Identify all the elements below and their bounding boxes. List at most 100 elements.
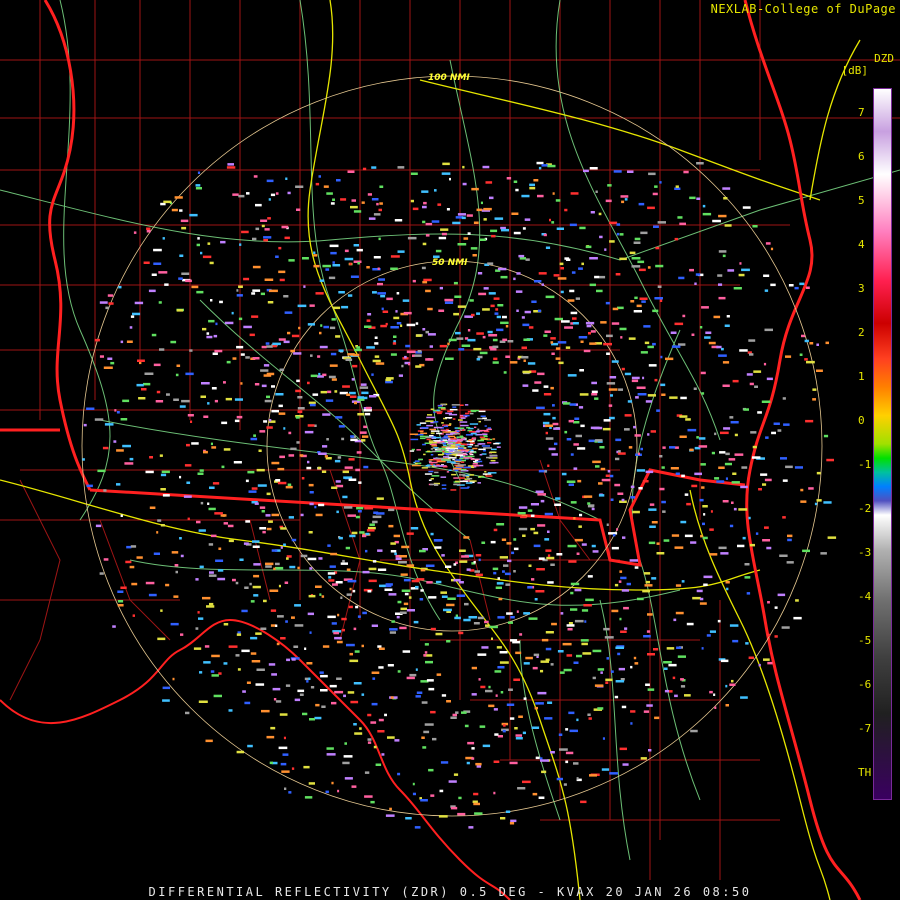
radar-return-pixel [175,373,179,377]
radar-return-pixel [592,550,599,553]
radar-return-pixel [350,700,359,704]
radar-return-pixel [347,691,355,694]
radar-return-pixel [456,436,464,438]
radar-return-pixel [529,186,536,190]
radar-return-pixel [301,477,305,480]
radar-return-pixel [458,796,462,800]
radar-return-pixel [583,604,592,607]
radar-return-pixel [709,690,713,694]
radar-return-pixel [785,355,792,358]
radar-return-pixel [649,525,656,528]
radar-return-pixel [518,506,528,509]
radar-return-pixel [271,409,279,413]
radar-return-pixel [441,437,449,439]
radar-return-pixel [764,526,769,529]
radar-return-pixel [724,224,732,227]
radar-return-pixel [503,724,506,727]
radar-return-pixel [131,582,138,586]
radar-return-pixel [515,290,523,293]
radar-return-pixel [522,731,526,735]
radar-return-pixel [463,618,471,622]
radar-return-pixel [611,322,620,325]
radar-return-pixel [297,407,305,410]
radar-return-pixel [205,739,213,743]
radar-return-pixel [620,336,623,339]
radar-return-pixel [315,513,323,517]
radar-return-pixel [494,733,499,736]
radar-return-pixel [430,448,434,450]
radar-return-pixel [732,379,739,383]
radar-return-pixel [174,564,179,567]
radar-return-pixel [558,733,563,736]
radar-return-pixel [346,568,351,571]
radar-return-pixel [458,419,463,421]
radar-return-pixel [428,596,437,599]
radar-return-pixel [435,580,442,584]
radar-return-pixel [661,466,665,469]
radar-return-pixel [497,577,500,580]
radar-return-pixel [424,723,434,726]
radar-return-pixel [503,564,509,567]
radar-return-pixel [353,627,357,631]
radar-return-pixel [457,464,466,466]
radar-return-pixel [185,372,194,376]
radar-return-pixel [294,698,301,702]
radar-return-pixel [290,349,295,353]
radar-return-pixel [450,489,457,491]
radar-return-pixel [564,208,568,212]
radar-return-pixel [505,355,511,358]
radar-return-pixel [473,561,476,564]
radar-return-pixel [384,588,393,591]
radar-return-pixel [302,257,309,260]
radar-return-pixel [611,546,619,550]
radar-return-pixel [120,340,124,344]
radar-return-pixel [275,562,280,566]
radar-return-pixel [557,341,567,344]
radar-return-pixel [694,472,702,476]
radar-return-pixel [631,265,641,268]
radar-return-pixel [624,428,630,431]
radar-return-pixel [492,338,498,342]
radar-return-pixel [460,417,466,419]
radar-return-pixel [406,323,416,327]
radar-return-pixel [253,563,261,566]
radar-return-pixel [372,520,378,524]
radar-return-pixel [761,400,771,403]
radar-return-pixel [544,330,551,333]
radar-return-pixel [403,578,411,582]
radar-return-pixel [156,531,159,534]
radar-return-pixel [364,412,371,416]
radar-return-pixel [275,393,284,396]
radar-return-pixel [406,350,416,354]
radar-return-pixel [300,513,304,517]
radar-return-pixel [83,423,87,427]
radar-return-pixel [513,538,517,541]
radar-return-pixel [364,771,370,774]
radar-return-pixel [605,678,613,682]
radar-return-pixel [567,299,575,302]
radar-return-pixel [640,447,643,451]
radar-return-pixel [394,739,400,742]
radar-return-pixel [328,276,336,280]
radar-return-pixel [661,500,666,504]
radar-return-pixel [538,166,542,170]
radar-return-pixel [428,768,434,772]
radar-return-pixel [640,757,647,760]
radar-return-pixel [679,222,686,226]
radar-return-pixel [239,243,242,246]
radar-return-pixel [453,467,462,470]
radar-return-pixel [466,761,470,765]
radar-return-pixel [389,628,398,631]
radar-return-pixel [456,594,466,597]
radar-return-pixel [323,185,329,188]
radar-return-pixel [669,446,676,449]
radar-return-pixel [385,814,395,817]
radar-return-pixel [702,212,712,216]
radar-return-pixel [378,647,385,650]
radar-return-pixel [603,419,611,422]
radar-return-pixel [499,661,509,664]
radar-return-pixel [266,345,273,348]
radar-return-pixel [709,630,716,633]
radar-return-pixel [238,194,245,198]
radar-return-pixel [527,509,533,512]
